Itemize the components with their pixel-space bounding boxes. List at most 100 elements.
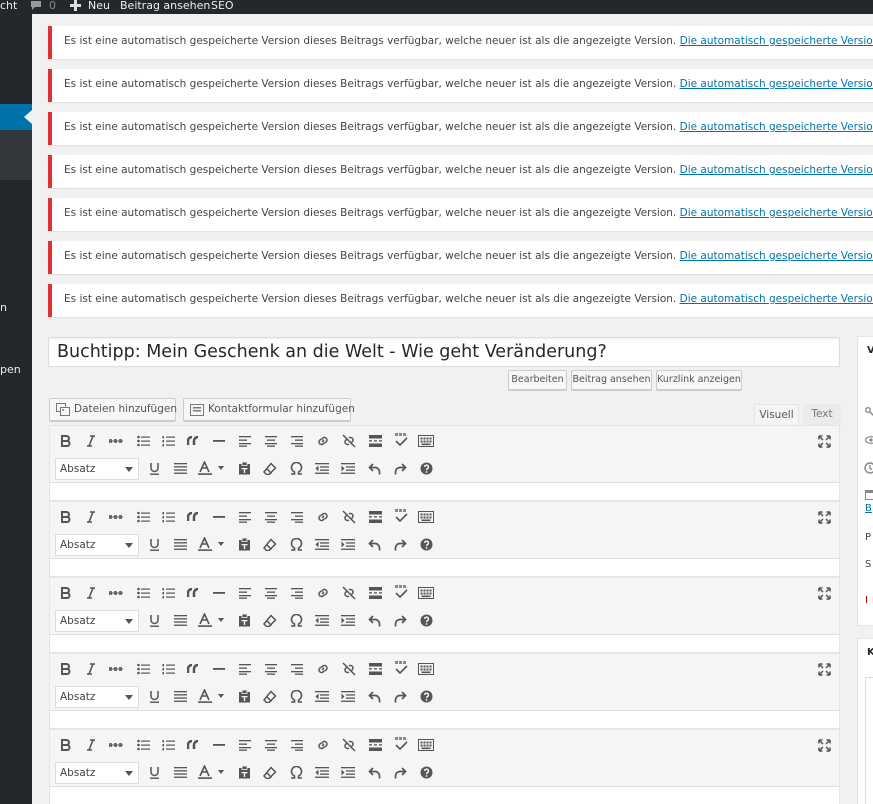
justify-icon[interactable]	[170, 535, 190, 553]
spellcheck-icon[interactable]	[391, 506, 411, 524]
paste-text-icon[interactable]	[234, 535, 254, 553]
eraser-icon[interactable]	[260, 611, 280, 629]
view-autosave-link[interactable]: Die automatisch gespeicherte Version anz…	[680, 121, 873, 133]
align-center-icon[interactable]	[261, 736, 281, 754]
indent-icon[interactable]	[338, 459, 358, 477]
insert-link-icon[interactable]	[313, 508, 333, 526]
help-icon[interactable]	[416, 611, 436, 629]
eraser-icon[interactable]	[260, 687, 280, 705]
redo-icon[interactable]	[390, 459, 410, 477]
text-color-icon[interactable]	[196, 535, 230, 553]
align-left-icon[interactable]	[235, 660, 255, 678]
justify-icon[interactable]	[170, 763, 190, 781]
toolbar-toggle-icon[interactable]	[416, 432, 436, 450]
numbered-list-icon[interactable]	[158, 508, 178, 526]
strikethrough-icon[interactable]	[106, 736, 126, 754]
remove-link-icon[interactable]	[339, 736, 359, 754]
outdent-icon[interactable]	[312, 611, 332, 629]
blockquote-icon[interactable]	[183, 660, 203, 678]
view-autosave-link[interactable]: Die automatisch gespeicherte Version anz…	[680, 35, 873, 47]
bullet-list-icon[interactable]	[133, 432, 153, 450]
help-icon[interactable]	[416, 535, 436, 553]
align-right-icon[interactable]	[287, 584, 307, 602]
align-center-icon[interactable]	[261, 432, 281, 450]
indent-icon[interactable]	[338, 687, 358, 705]
spellcheck-icon[interactable]	[391, 734, 411, 752]
text-color-icon[interactable]	[196, 687, 230, 705]
eraser-icon[interactable]	[260, 459, 280, 477]
remove-link-icon[interactable]	[339, 508, 359, 526]
align-center-icon[interactable]	[261, 584, 281, 602]
outdent-icon[interactable]	[312, 459, 332, 477]
undo-icon[interactable]	[364, 687, 384, 705]
blockquote-icon[interactable]	[183, 508, 203, 526]
eraser-icon[interactable]	[260, 763, 280, 781]
view-autosave-link[interactable]: Die automatisch gespeicherte Version anz…	[680, 164, 873, 176]
bold-icon[interactable]	[56, 736, 76, 754]
shortlink-button[interactable]: Kurzlink anzeigen	[656, 370, 742, 390]
read-more-icon[interactable]	[365, 660, 385, 678]
toolbar-toggle-icon[interactable]	[416, 584, 436, 602]
blockquote-icon[interactable]	[183, 736, 203, 754]
numbered-list-icon[interactable]	[158, 584, 178, 602]
special-character-icon[interactable]	[286, 535, 306, 553]
italic-icon[interactable]	[81, 736, 101, 754]
strikethrough-icon[interactable]	[106, 660, 126, 678]
bullet-list-icon[interactable]	[133, 736, 153, 754]
justify-icon[interactable]	[170, 611, 190, 629]
align-left-icon[interactable]	[235, 432, 255, 450]
align-center-icon[interactable]	[261, 508, 281, 526]
special-character-icon[interactable]	[286, 459, 306, 477]
read-more-icon[interactable]	[365, 584, 385, 602]
fullscreen-icon[interactable]	[814, 432, 834, 450]
undo-icon[interactable]	[364, 763, 384, 781]
align-center-icon[interactable]	[261, 660, 281, 678]
underline-icon[interactable]	[144, 535, 164, 553]
post-title-input[interactable]: Buchtipp: Mein Geschenk an die Welt - Wi…	[48, 337, 840, 367]
outdent-icon[interactable]	[312, 535, 332, 553]
sidebar-label-fragment[interactable]: pen	[0, 363, 21, 376]
justify-icon[interactable]	[170, 459, 190, 477]
new-content-link[interactable]: Neu	[88, 0, 110, 11]
paste-text-icon[interactable]	[234, 611, 254, 629]
read-more-icon[interactable]	[365, 736, 385, 754]
insert-link-icon[interactable]	[313, 584, 333, 602]
seo-menu-link[interactable]: SEO	[211, 0, 234, 11]
paste-text-icon[interactable]	[234, 459, 254, 477]
strikethrough-icon[interactable]	[106, 508, 126, 526]
remove-link-icon[interactable]	[339, 660, 359, 678]
horizontal-line-icon[interactable]	[209, 736, 229, 754]
view-autosave-link[interactable]: Die automatisch gespeicherte Version anz…	[680, 78, 873, 90]
format-select[interactable]: Absatz	[55, 762, 139, 784]
eraser-icon[interactable]	[260, 535, 280, 553]
align-right-icon[interactable]	[287, 508, 307, 526]
redo-icon[interactable]	[390, 611, 410, 629]
spellcheck-icon[interactable]	[391, 430, 411, 448]
strikethrough-icon[interactable]	[106, 584, 126, 602]
outdent-icon[interactable]	[312, 687, 332, 705]
view-autosave-link[interactable]: Die automatisch gespeicherte Version anz…	[680, 293, 873, 305]
view-post-link[interactable]: Beitrag ansehen	[120, 0, 210, 11]
strikethrough-icon[interactable]	[106, 432, 126, 450]
bold-icon[interactable]	[56, 508, 76, 526]
italic-icon[interactable]	[81, 432, 101, 450]
view-post-button[interactable]: Beitrag ansehen	[571, 370, 652, 390]
text-color-icon[interactable]	[196, 459, 230, 477]
format-select[interactable]: Absatz	[55, 458, 139, 480]
read-more-icon[interactable]	[365, 432, 385, 450]
format-select[interactable]: Absatz	[55, 534, 139, 556]
spellcheck-icon[interactable]	[391, 658, 411, 676]
insert-link-icon[interactable]	[313, 736, 333, 754]
spellcheck-icon[interactable]	[391, 582, 411, 600]
toolbar-toggle-icon[interactable]	[416, 508, 436, 526]
align-left-icon[interactable]	[235, 584, 255, 602]
align-left-icon[interactable]	[235, 736, 255, 754]
bullet-list-icon[interactable]	[133, 660, 153, 678]
paste-text-icon[interactable]	[234, 687, 254, 705]
numbered-list-icon[interactable]	[158, 660, 178, 678]
horizontal-line-icon[interactable]	[209, 508, 229, 526]
horizontal-line-icon[interactable]	[209, 660, 229, 678]
trash-link-fragment[interactable]: I	[865, 595, 868, 606]
edit-date-link[interactable]: B	[865, 503, 872, 514]
insert-link-icon[interactable]	[313, 432, 333, 450]
